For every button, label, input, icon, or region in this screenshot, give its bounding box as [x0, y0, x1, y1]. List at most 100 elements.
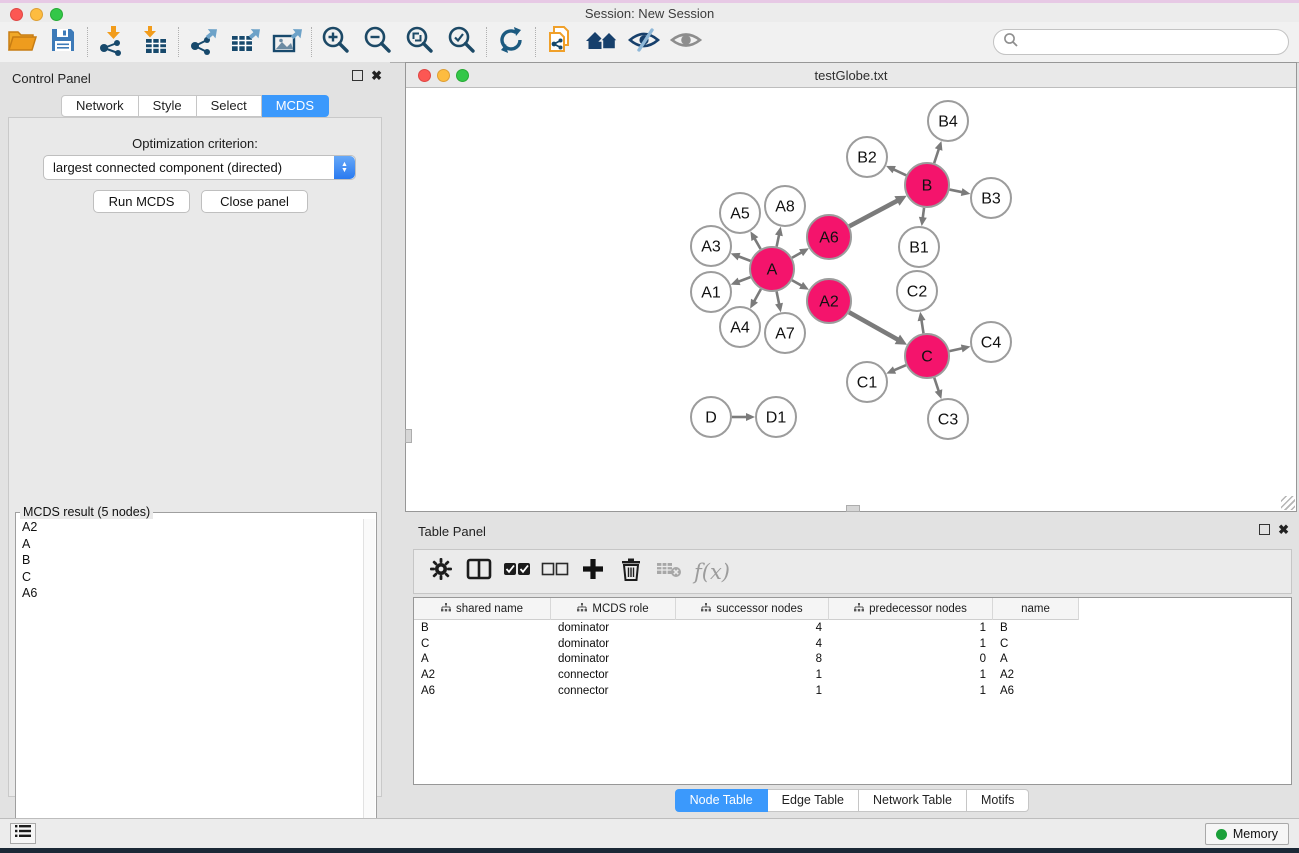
node-B2[interactable]: B2 [847, 137, 887, 177]
memory-button[interactable]: Memory [1205, 823, 1289, 845]
edge-C-C3[interactable] [934, 378, 939, 393]
mcds-result-item[interactable]: C [17, 569, 363, 586]
table-row[interactable]: A2connector11A2 [414, 667, 1079, 683]
node-A5[interactable]: A5 [720, 193, 760, 233]
select-all-button[interactable] [498, 555, 536, 589]
node-B3[interactable]: B3 [971, 178, 1011, 218]
delete-column-button[interactable] [612, 555, 650, 589]
search-input[interactable] [1019, 31, 1288, 53]
table-cell[interactable]: 1 [676, 685, 829, 697]
table-cell[interactable]: dominator [551, 638, 676, 650]
table-cell[interactable]: A [414, 653, 551, 665]
node-C[interactable]: C [905, 334, 949, 378]
mcds-result-item[interactable]: A6 [17, 585, 363, 602]
zoom-out-button[interactable] [357, 25, 399, 59]
column-header-shared-name[interactable]: shared name [414, 598, 551, 620]
window-resize-grip[interactable] [1281, 496, 1295, 510]
column-header-predecessor-nodes[interactable]: predecessor nodes [829, 598, 993, 620]
network-canvas[interactable]: B4B2BB3A8A5A6A3B1AC2A1A2A4A7C4CC1C3DD1 [406, 88, 1296, 511]
edge-A-A3[interactable] [737, 256, 750, 261]
mcds-list-scrollbar[interactable] [363, 519, 375, 848]
close-panel-icon[interactable]: ✖ [371, 70, 382, 81]
edge-A2-C[interactable] [849, 312, 899, 340]
table-cell[interactable]: B [414, 622, 551, 634]
table-cell[interactable]: C [414, 638, 551, 650]
edge-C-C1[interactable] [893, 365, 906, 371]
table-cell[interactable]: dominator [551, 653, 676, 665]
node-A8[interactable]: A8 [765, 186, 805, 226]
network-vscroll-nub[interactable] [405, 429, 412, 443]
table-cell[interactable]: dominator [551, 622, 676, 634]
table-cell[interactable]: A6 [414, 685, 551, 697]
tab-select[interactable]: Select [197, 95, 262, 117]
table-cell[interactable]: 4 [676, 622, 829, 634]
node-D[interactable]: D [691, 397, 731, 437]
run-mcds-button[interactable]: Run MCDS [93, 190, 190, 213]
zoom-fit-button[interactable] [399, 25, 441, 59]
node-A6[interactable]: A6 [807, 215, 851, 259]
export-image-button[interactable] [266, 25, 308, 59]
node-table[interactable]: shared nameMCDS rolesuccessor nodesprede… [413, 597, 1292, 785]
import-network-button[interactable] [91, 25, 133, 59]
criterion-select[interactable]: largest connected component (directed) ▲… [43, 155, 356, 180]
table-cell[interactable]: A2 [414, 669, 551, 681]
table-cell[interactable]: 8 [676, 653, 829, 665]
mcds-result-list[interactable]: A2ABCA6 [17, 519, 363, 848]
node-C3[interactable]: C3 [928, 399, 968, 439]
open-file-button[interactable] [0, 25, 42, 59]
table-cell[interactable]: 1 [676, 669, 829, 681]
edge-C-C2[interactable] [921, 319, 923, 334]
refresh-layout-button[interactable] [490, 25, 532, 59]
node-C4[interactable]: C4 [971, 322, 1011, 362]
edge-B-B4[interactable] [934, 148, 939, 164]
node-A1[interactable]: A1 [691, 272, 731, 312]
table-cell[interactable]: 1 [829, 669, 993, 681]
column-header-successor-nodes[interactable]: successor nodes [676, 598, 829, 620]
node-B1[interactable]: B1 [899, 227, 939, 267]
edge-B-B3[interactable] [950, 190, 964, 193]
table-tab-motifs[interactable]: Motifs [967, 789, 1029, 812]
node-B4[interactable]: B4 [928, 101, 968, 141]
table-cell[interactable]: 1 [829, 685, 993, 697]
table-cell[interactable]: A2 [993, 669, 1079, 681]
node-B[interactable]: B [905, 163, 949, 207]
zoom-selected-button[interactable] [441, 25, 483, 59]
add-column-button[interactable] [574, 555, 612, 589]
table-row[interactable]: A6connector11A6 [414, 683, 1079, 699]
node-C1[interactable]: C1 [847, 362, 887, 402]
column-header-name[interactable]: name [993, 598, 1079, 620]
tab-network[interactable]: Network [61, 95, 139, 117]
table-row[interactable]: Adominator80A [414, 652, 1079, 668]
edge-C-C4[interactable] [949, 348, 963, 351]
node-A4[interactable]: A4 [720, 307, 760, 347]
mcds-result-item[interactable]: B [17, 552, 363, 569]
table-cell[interactable]: C [993, 638, 1079, 650]
node-A3[interactable]: A3 [691, 226, 731, 266]
edge-B-B2[interactable] [892, 169, 906, 175]
table-row[interactable]: Cdominator41C [414, 636, 1079, 652]
table-cell[interactable]: B [993, 622, 1079, 634]
first-neighbors-button[interactable] [581, 25, 623, 59]
table-cell[interactable]: connector [551, 669, 676, 681]
table-cell[interactable]: 1 [829, 638, 993, 650]
table-cell[interactable]: 1 [829, 622, 993, 634]
node-C2[interactable]: C2 [897, 271, 937, 311]
close-panel-icon[interactable]: ✖ [1278, 524, 1289, 535]
function-builder-button[interactable]: f(x) [694, 560, 730, 584]
show-all-button[interactable] [665, 25, 707, 59]
edge-A-A4[interactable] [754, 289, 761, 302]
network-window-titlebar[interactable]: testGlobe.txt [406, 63, 1296, 88]
tab-style[interactable]: Style [139, 95, 197, 117]
delete-table-button[interactable] [650, 555, 688, 589]
table-cell[interactable]: 4 [676, 638, 829, 650]
edge-A-A1[interactable] [737, 277, 750, 282]
node-A[interactable]: A [750, 247, 794, 291]
table-cell[interactable]: connector [551, 685, 676, 697]
mcds-result-item[interactable]: A2 [17, 519, 363, 536]
save-session-button[interactable] [42, 25, 84, 59]
network-graph[interactable]: B4B2BB3A8A5A6A3B1AC2A1A2A4A7C4CC1C3DD1 [406, 88, 1296, 511]
node-D1[interactable]: D1 [756, 397, 796, 437]
table-row[interactable]: Bdominator41B [414, 620, 1079, 636]
close-panel-button[interactable]: Close panel [201, 190, 308, 213]
zoom-in-button[interactable] [315, 25, 357, 59]
